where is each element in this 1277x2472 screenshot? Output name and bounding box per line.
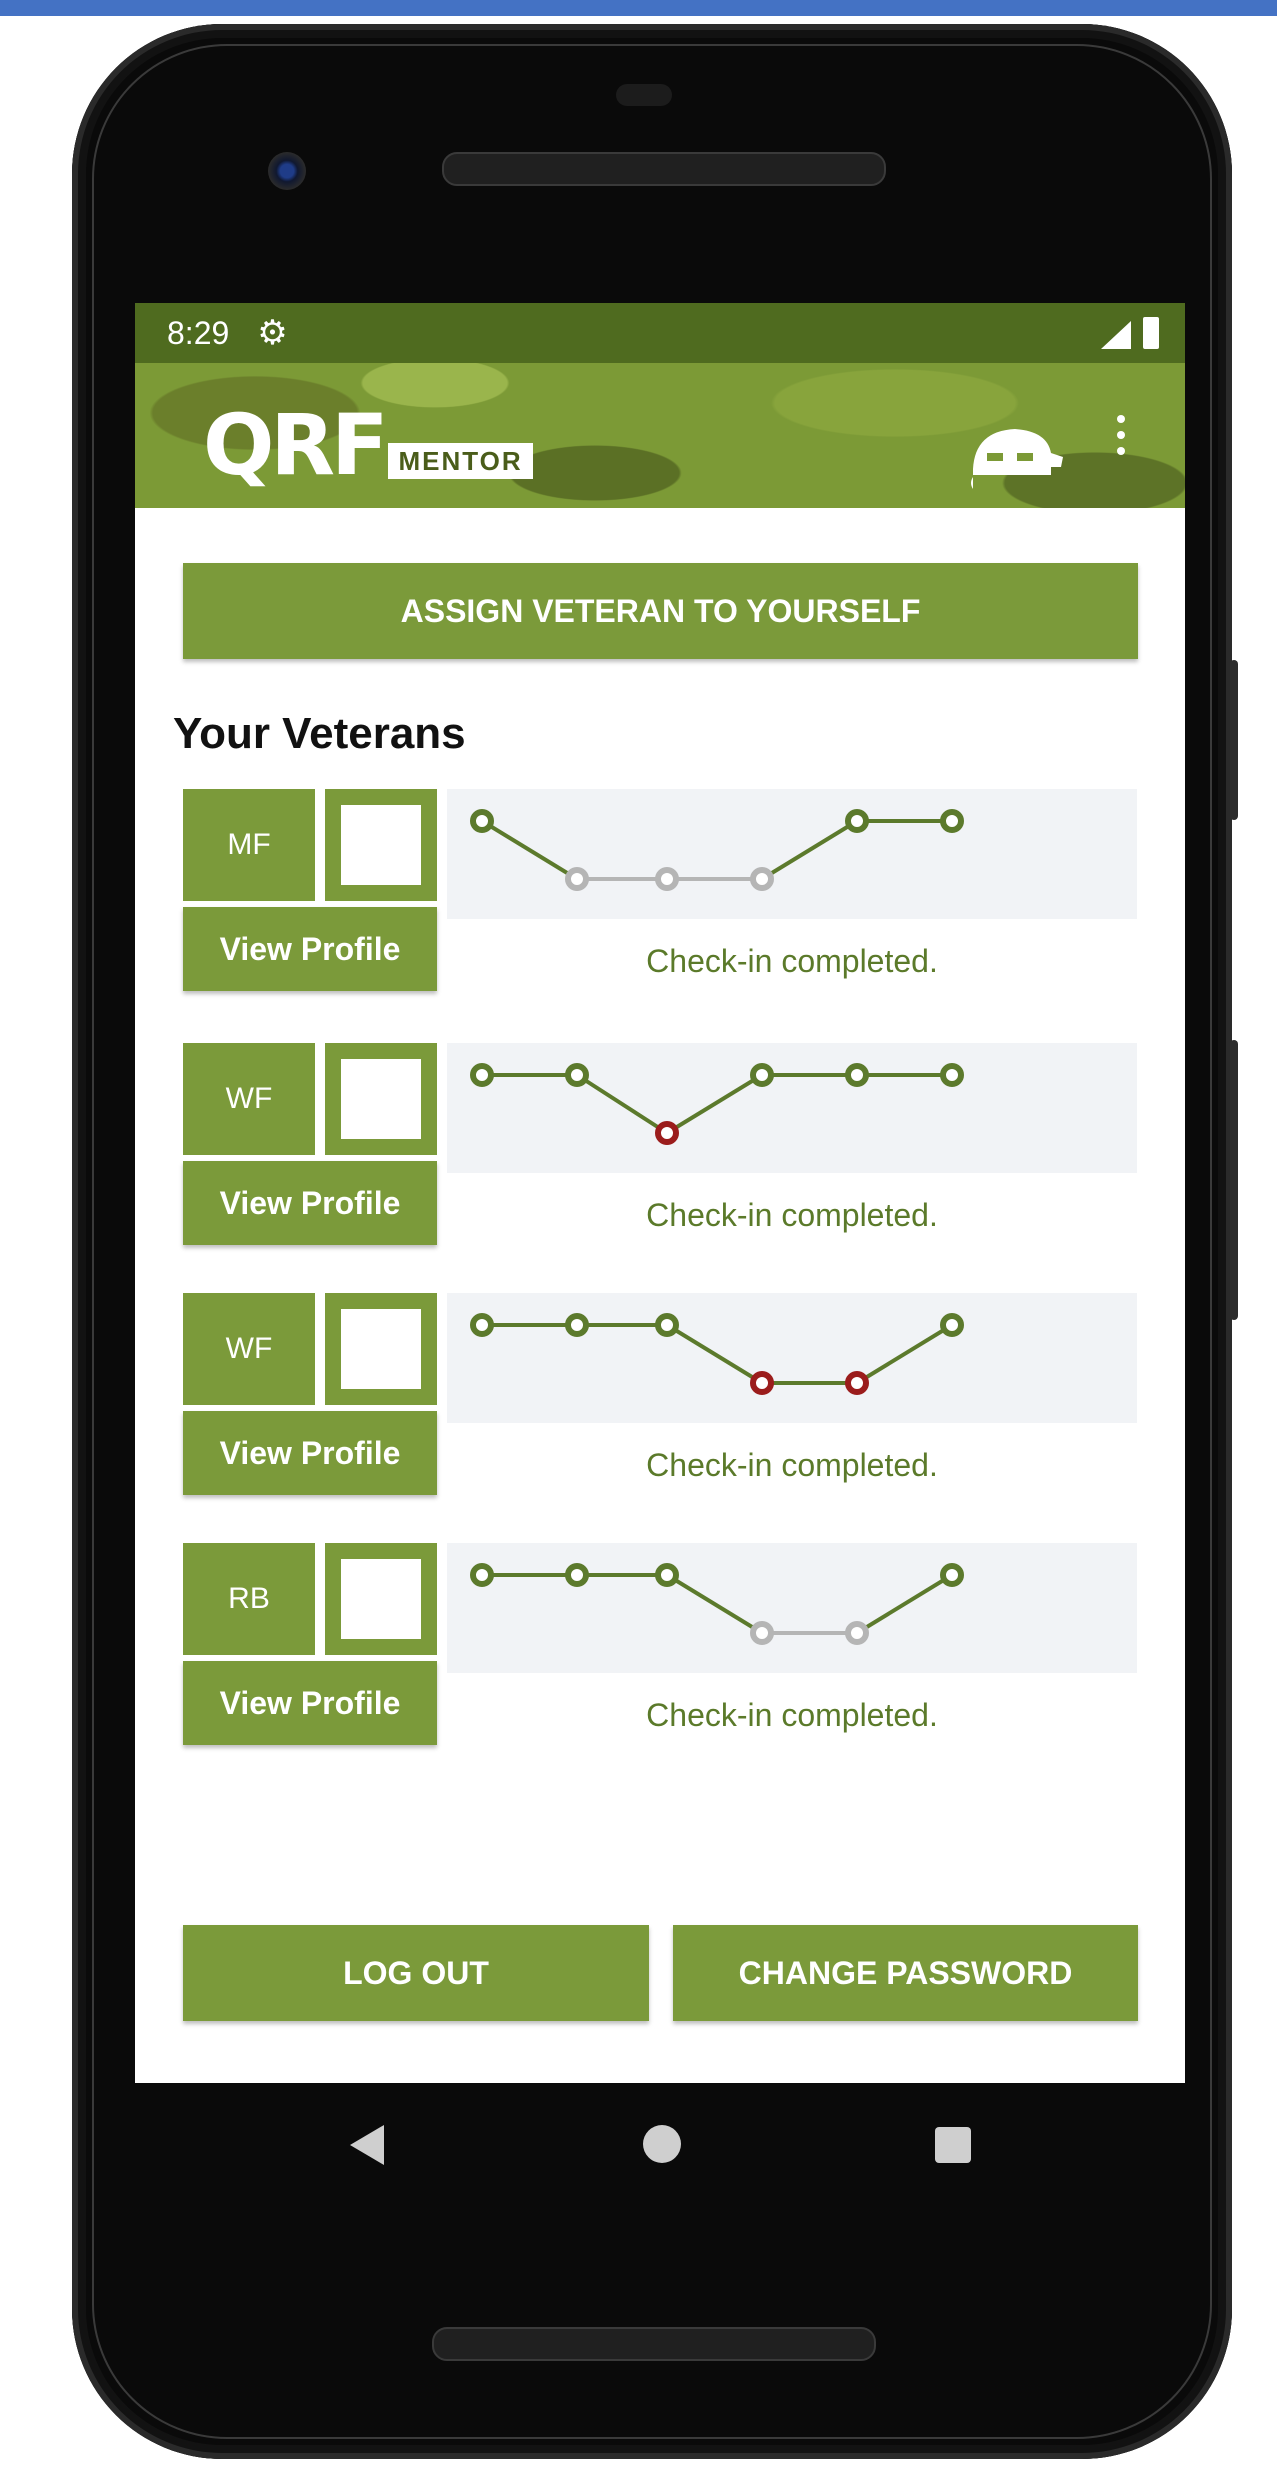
veteran-initials: MF bbox=[183, 789, 315, 901]
battery-icon bbox=[1143, 317, 1159, 349]
view-profile-button[interactable]: View Profile bbox=[183, 1161, 437, 1245]
veteran-checkbox[interactable] bbox=[325, 789, 437, 901]
trend-point bbox=[940, 809, 964, 833]
view-profile-button[interactable]: View Profile bbox=[183, 1411, 437, 1495]
trend-point bbox=[470, 1063, 494, 1087]
volume-button bbox=[1230, 660, 1238, 820]
proximity-sensor bbox=[616, 84, 672, 106]
app-bar: QRF MENTOR bbox=[135, 363, 1185, 508]
trend-chart-svg bbox=[470, 1313, 964, 1395]
power-button bbox=[1230, 1040, 1238, 1320]
checkin-trend-chart bbox=[447, 1543, 1137, 1673]
trend-point bbox=[845, 809, 869, 833]
trend-point bbox=[470, 1313, 494, 1337]
veteran-initials: RB bbox=[183, 1543, 315, 1655]
recents-icon[interactable] bbox=[935, 2127, 971, 2163]
trend-point bbox=[655, 1313, 679, 1337]
trend-segment bbox=[855, 1323, 954, 1385]
logo-sub-text: MENTOR bbox=[388, 443, 533, 479]
trend-segment bbox=[760, 819, 859, 881]
trend-point bbox=[565, 1313, 589, 1337]
veteran-card: MF View Profile Check-in completed. bbox=[183, 789, 1138, 991]
veteran-card: WF View Profile Check-in completed. bbox=[183, 1293, 1138, 1495]
trend-point bbox=[565, 867, 589, 891]
home-icon[interactable] bbox=[643, 2125, 681, 2163]
section-title: Your Veterans bbox=[173, 709, 466, 758]
trend-point bbox=[845, 1063, 869, 1087]
logout-button[interactable]: LOG OUT bbox=[183, 1925, 649, 2021]
gear-icon: ⚙ bbox=[257, 314, 288, 352]
assign-veteran-button[interactable]: ASSIGN VETERAN TO YOURSELF bbox=[183, 563, 1138, 659]
top-accent-line bbox=[0, 0, 1277, 16]
checkin-trend-chart bbox=[447, 1043, 1137, 1173]
front-camera bbox=[268, 152, 306, 190]
veteran-initials: WF bbox=[183, 1293, 315, 1405]
trend-point bbox=[470, 1563, 494, 1587]
trend-point bbox=[750, 1621, 774, 1645]
checkin-trend-chart bbox=[447, 789, 1137, 919]
veteran-checkbox[interactable] bbox=[325, 1043, 437, 1155]
trend-segment bbox=[665, 1573, 764, 1635]
checkin-status: Check-in completed. bbox=[646, 943, 938, 979]
trend-point bbox=[655, 867, 679, 891]
trend-point bbox=[940, 1063, 964, 1087]
checkin-trend-chart bbox=[447, 1293, 1137, 1423]
trend-point bbox=[940, 1313, 964, 1337]
trend-point bbox=[655, 1563, 679, 1587]
trend-segment bbox=[575, 1073, 669, 1135]
trend-point bbox=[565, 1563, 589, 1587]
system-nav-bar bbox=[135, 2083, 1185, 2203]
veteran-checkbox[interactable] bbox=[325, 1293, 437, 1405]
trend-segment bbox=[665, 1323, 764, 1385]
trend-point bbox=[845, 1371, 869, 1395]
trend-segment bbox=[665, 1073, 764, 1135]
earpiece-speaker bbox=[442, 152, 886, 186]
view-profile-button[interactable]: View Profile bbox=[183, 1661, 437, 1745]
signal-icon bbox=[1101, 321, 1131, 349]
checkin-status: Check-in completed. bbox=[646, 1197, 938, 1233]
trend-point bbox=[940, 1563, 964, 1587]
veteran-card: RB View Profile Check-in completed. bbox=[183, 1543, 1138, 1745]
trend-point bbox=[845, 1621, 869, 1645]
trend-point bbox=[655, 1121, 679, 1145]
helmet-brand-icon bbox=[971, 429, 1063, 489]
app-screen: 8:29 ⚙ QRF MENTOR ASSIGN VETERAN TO YOUR… bbox=[135, 303, 1185, 2083]
veteran-initials: WF bbox=[183, 1043, 315, 1155]
trend-segment bbox=[855, 1573, 954, 1635]
trend-chart-svg bbox=[470, 1563, 964, 1645]
trend-segment bbox=[480, 819, 579, 881]
trend-point bbox=[750, 1063, 774, 1087]
checkin-status: Check-in completed. bbox=[646, 1697, 938, 1733]
change-password-button[interactable]: CHANGE PASSWORD bbox=[673, 1925, 1138, 2021]
veteran-card: WF View Profile Check-in completed. bbox=[183, 1043, 1138, 1245]
bottom-speaker bbox=[432, 2327, 876, 2361]
overflow-menu-icon[interactable] bbox=[1117, 415, 1127, 463]
trend-point bbox=[750, 867, 774, 891]
status-time: 8:29 bbox=[167, 314, 230, 351]
trend-point bbox=[565, 1063, 589, 1087]
logo-main-text: QRF bbox=[203, 396, 388, 494]
trend-chart-svg bbox=[470, 809, 964, 891]
view-profile-button[interactable]: View Profile bbox=[183, 907, 437, 991]
trend-point bbox=[470, 809, 494, 833]
trend-point bbox=[750, 1371, 774, 1395]
back-icon[interactable] bbox=[350, 2125, 384, 2165]
app-logo: QRF MENTOR bbox=[203, 396, 533, 494]
status-bar: 8:29 ⚙ bbox=[135, 303, 1185, 363]
trend-chart-svg bbox=[470, 1063, 964, 1145]
veteran-checkbox[interactable] bbox=[325, 1543, 437, 1655]
checkin-status: Check-in completed. bbox=[646, 1447, 938, 1483]
